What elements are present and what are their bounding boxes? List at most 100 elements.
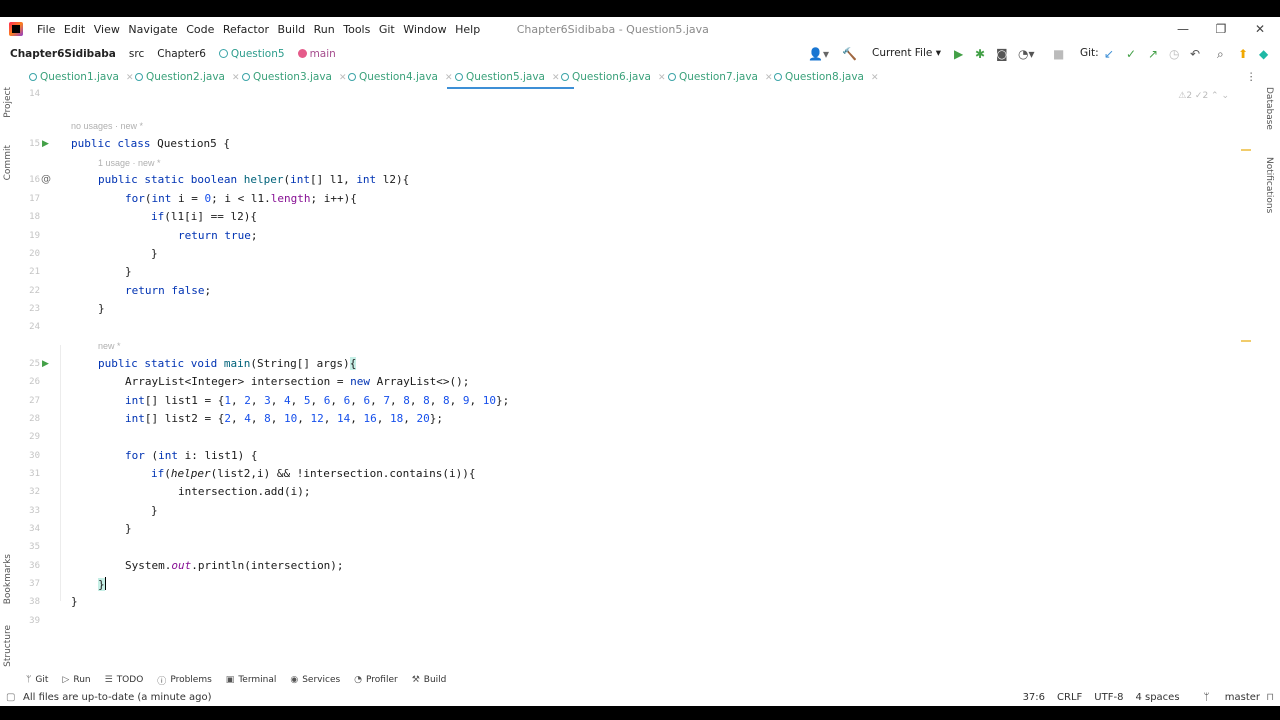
warning-stripe[interactable] bbox=[1241, 340, 1251, 342]
menu-view[interactable]: View bbox=[94, 23, 120, 36]
build-tool-button[interactable]: ⚒ Build bbox=[412, 675, 447, 685]
run-configuration-select[interactable]: Current File ▾ bbox=[872, 47, 941, 59]
tab-question2[interactable]: Question2.java ✕ bbox=[135, 67, 240, 87]
menu-tools[interactable]: Tools bbox=[343, 23, 370, 36]
stop-icon[interactable]: ■ bbox=[1053, 47, 1064, 61]
debug-icon[interactable]: ✱ bbox=[975, 47, 985, 61]
breadcrumb-src[interactable]: src bbox=[129, 48, 144, 60]
close-tab-icon[interactable]: ✕ bbox=[658, 73, 666, 83]
class-icon bbox=[668, 73, 676, 81]
usages-hint[interactable]: 1 usage · new * bbox=[98, 158, 161, 168]
user-icon[interactable]: 👤▾ bbox=[808, 47, 829, 61]
intellij-logo-icon[interactable] bbox=[9, 22, 23, 36]
menu-git[interactable]: Git bbox=[379, 23, 395, 36]
more-tabs-icon[interactable]: ⋮ bbox=[1246, 67, 1257, 87]
close-tab-icon[interactable]: ✕ bbox=[232, 73, 240, 83]
restore-icon[interactable]: ❐ bbox=[1213, 21, 1229, 37]
line-separator[interactable]: CRLF bbox=[1057, 692, 1082, 703]
tab-question8[interactable]: Question8.java ✕ bbox=[774, 67, 879, 87]
git-tool-button[interactable]: ᛘ Git bbox=[26, 675, 48, 685]
problems-tool-button[interactable]: ⓘ Problems bbox=[157, 674, 212, 687]
close-tab-icon[interactable]: ✕ bbox=[445, 73, 453, 83]
breadcrumb-method[interactable]: main bbox=[297, 48, 336, 60]
usages-hint[interactable]: no usages · new * bbox=[71, 121, 143, 131]
array-number: 4 bbox=[283, 394, 291, 407]
menu-navigate[interactable]: Navigate bbox=[128, 23, 177, 36]
run-main-icon[interactable]: ▶ bbox=[42, 359, 49, 369]
git-update-icon[interactable]: ↙ bbox=[1104, 47, 1114, 61]
close-tab-icon[interactable]: ✕ bbox=[552, 73, 560, 83]
close-tab-icon[interactable]: ✕ bbox=[765, 73, 773, 83]
database-tool-button[interactable]: Database bbox=[1264, 87, 1274, 130]
tab-question7[interactable]: Question7.java ✕ bbox=[668, 67, 773, 87]
git-branch-widget[interactable]: ᛘ master bbox=[1192, 692, 1260, 703]
breadcrumb-class[interactable]: Question5 bbox=[218, 48, 285, 60]
services-tool-button[interactable]: ◉ Services bbox=[290, 675, 340, 685]
author-hint[interactable]: new * bbox=[98, 341, 121, 351]
profile-icon[interactable]: ◔▾ bbox=[1018, 47, 1035, 61]
tab-question3[interactable]: Question3.java ✕ bbox=[242, 67, 347, 87]
indent-setting[interactable]: 4 spaces bbox=[1135, 692, 1179, 703]
menu-refactor[interactable]: Refactor bbox=[223, 23, 269, 36]
structure-tool-button[interactable]: Structure bbox=[3, 625, 13, 667]
breadcrumb-method-label: main bbox=[309, 48, 336, 60]
code-editor[interactable]: ⚠2 ✓2 ⌃ ⌄ 14 15 16 17 18 19 20 21 22 23 … bbox=[21, 89, 1259, 626]
breadcrumb-project[interactable]: Chapter6Sidibaba bbox=[10, 48, 116, 60]
git-push-icon[interactable]: ↗ bbox=[1148, 47, 1158, 61]
coverage-icon[interactable]: ◙ bbox=[996, 47, 1008, 61]
tab-question6[interactable]: Question6.java ✕ bbox=[561, 67, 666, 87]
method-icon bbox=[297, 49, 307, 58]
menu-code[interactable]: Code bbox=[186, 23, 214, 36]
minimize-icon[interactable]: — bbox=[1175, 21, 1191, 37]
indent-guide bbox=[60, 345, 61, 601]
breadcrumb-package[interactable]: Chapter6 bbox=[157, 48, 206, 60]
menu-file[interactable]: File bbox=[37, 23, 55, 36]
bookmarks-tool-button[interactable]: Bookmarks bbox=[3, 554, 13, 604]
search-icon[interactable]: ⌕ bbox=[1217, 47, 1224, 61]
run-tool-button[interactable]: ▷ Run bbox=[62, 675, 90, 685]
history-icon[interactable]: ◷ bbox=[1169, 47, 1179, 61]
build-hammer-icon[interactable]: 🔨 bbox=[842, 47, 857, 61]
menu-edit[interactable]: Edit bbox=[64, 23, 85, 36]
caret-position[interactable]: 37:6 bbox=[1023, 692, 1045, 703]
code-line: } bbox=[98, 302, 105, 315]
lock-icon[interactable]: ⊓ bbox=[1266, 692, 1274, 703]
menu-run[interactable]: Run bbox=[314, 23, 335, 36]
git-commit-icon[interactable]: ✓ bbox=[1126, 47, 1136, 61]
project-tool-button[interactable]: Project bbox=[3, 87, 13, 118]
close-tab-icon[interactable]: ✕ bbox=[126, 73, 134, 83]
status-widgets: 37:6 CRLF UTF-8 4 spaces ᛘ master bbox=[1011, 692, 1260, 703]
line-number-gutter: 14 15 16 17 18 19 20 21 22 23 24 25 26 2… bbox=[21, 89, 61, 626]
rollback-icon[interactable]: ↶ bbox=[1190, 47, 1200, 61]
status-toggle-icon[interactable]: ▢ bbox=[6, 692, 15, 703]
git-label: Git: bbox=[1080, 47, 1099, 59]
inspection-widget[interactable]: ⚠2 ✓2 ⌃ ⌄ bbox=[1178, 91, 1229, 101]
commit-tool-button[interactable]: Commit bbox=[3, 145, 13, 180]
close-tab-icon[interactable]: ✕ bbox=[871, 73, 879, 83]
update-icon[interactable]: ⬆ bbox=[1238, 47, 1248, 61]
tab-question4[interactable]: Question4.java ✕ bbox=[348, 67, 453, 87]
array-number: 12 bbox=[310, 412, 324, 425]
menu-help[interactable]: Help bbox=[455, 23, 480, 36]
tab-question5[interactable]: Question5.java ✕ bbox=[447, 67, 574, 89]
file-encoding[interactable]: UTF-8 bbox=[1094, 692, 1123, 703]
close-window-icon[interactable]: ✕ bbox=[1252, 21, 1268, 37]
run-icon[interactable]: ▶ bbox=[954, 47, 963, 61]
status-message[interactable]: All files are up-to-date (a minute ago) bbox=[23, 692, 212, 703]
terminal-icon: ▣ bbox=[225, 675, 235, 685]
array-number: 8 bbox=[264, 412, 271, 425]
tab-question1[interactable]: Question1.java ✕ bbox=[29, 67, 134, 87]
terminal-tool-button[interactable]: ▣ Terminal bbox=[226, 675, 277, 685]
notifications-tool-button[interactable]: Notifications bbox=[1264, 157, 1274, 213]
todo-tool-button[interactable]: ☰ TODO bbox=[105, 675, 144, 685]
close-tab-icon[interactable]: ✕ bbox=[339, 73, 347, 83]
warning-stripe[interactable] bbox=[1241, 149, 1251, 151]
run-configuration-label: Current File bbox=[872, 47, 933, 59]
problems-icon: ⓘ bbox=[157, 676, 167, 687]
run-class-icon[interactable]: ▶ bbox=[42, 139, 49, 149]
menu-build[interactable]: Build bbox=[278, 23, 306, 36]
menu-window[interactable]: Window bbox=[403, 23, 446, 36]
code-with-me-icon[interactable]: ◆ bbox=[1259, 47, 1268, 61]
profiler-tool-button[interactable]: ◔ Profiler bbox=[354, 675, 398, 685]
override-icon[interactable]: @ bbox=[41, 174, 51, 185]
